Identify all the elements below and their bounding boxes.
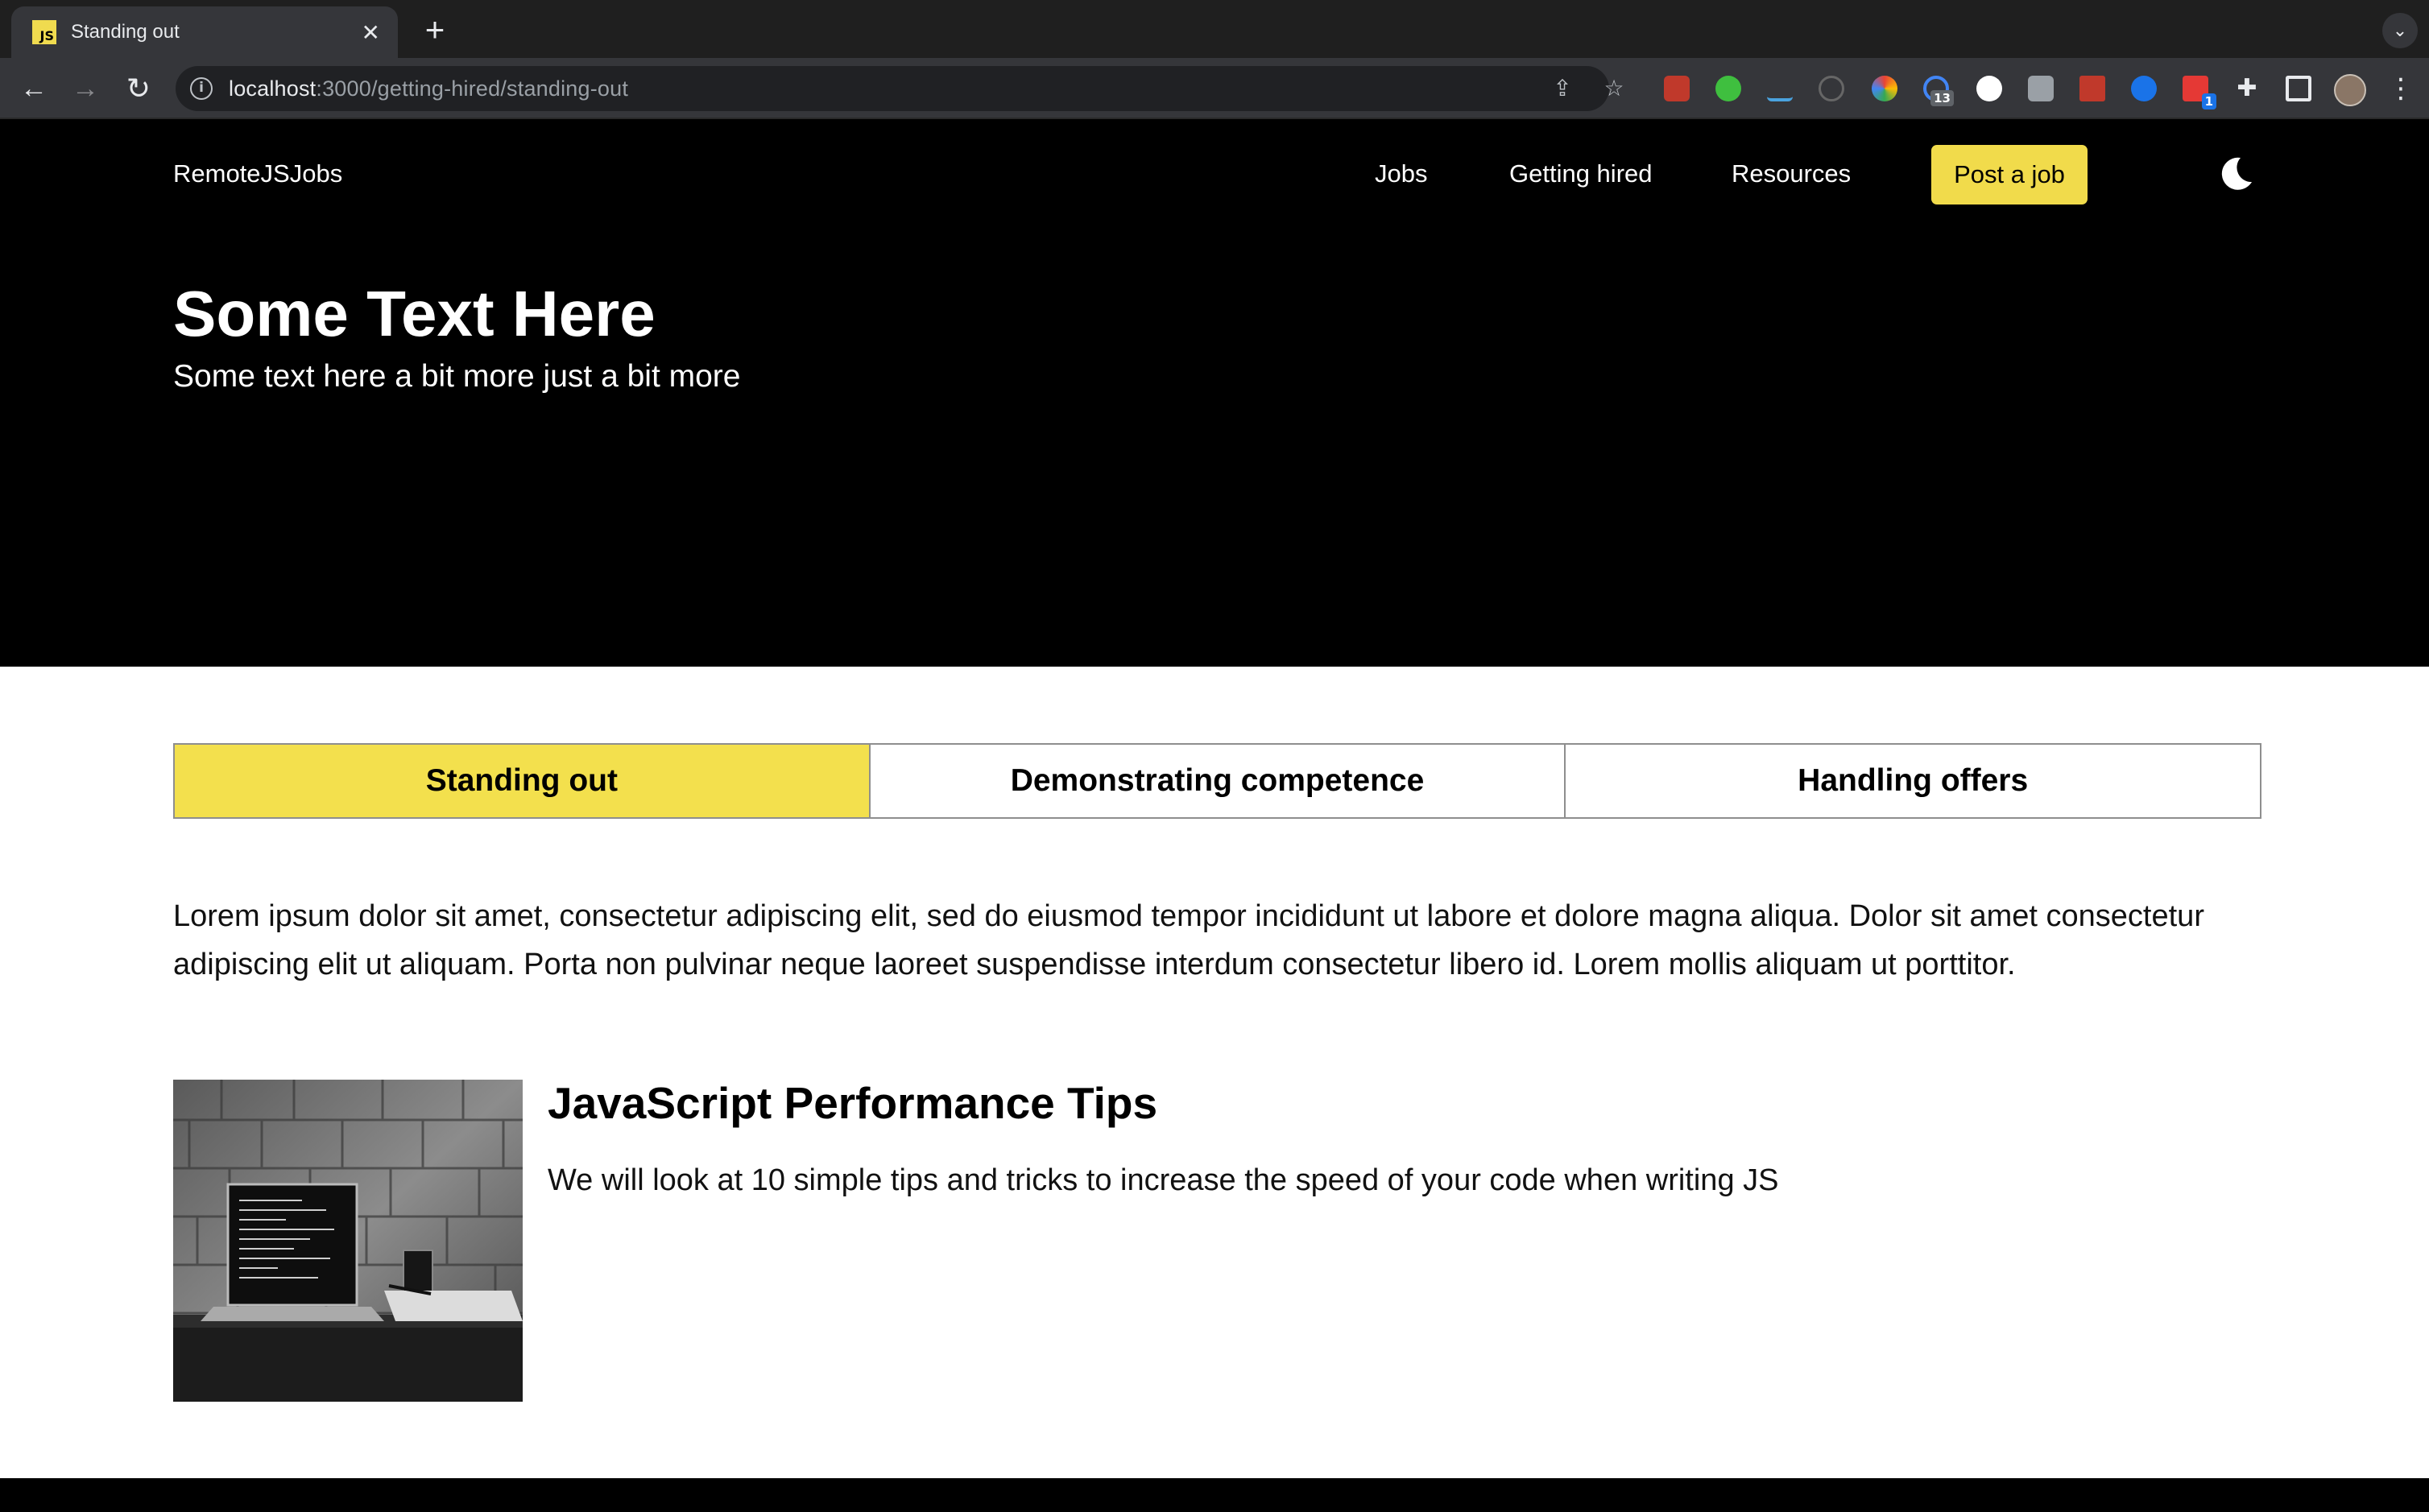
url-text[interactable]: localhost:3000/getting-hired/standing-ou…: [229, 76, 628, 101]
post-job-button[interactable]: Post a job: [1931, 145, 2088, 204]
extension-11-icon[interactable]: 1: [2183, 76, 2216, 109]
site-logo[interactable]: RemoteJSJobs: [173, 159, 342, 188]
bookmark-star-icon[interactable]: ☆: [1601, 76, 1627, 101]
js-favicon-icon: JS: [32, 20, 56, 44]
browser-tab[interactable]: JS Standing out ✕: [11, 6, 398, 58]
browser-toolbar: ← → ↻ i localhost:3000/getting-hired/sta…: [0, 58, 2429, 119]
extension-4-icon[interactable]: [1819, 76, 1844, 101]
tab-close-icon[interactable]: ✕: [362, 19, 380, 46]
browser-menu-icon[interactable]: ⋮: [2387, 72, 2415, 108]
tab-title: Standing out: [71, 21, 180, 43]
extension-1-icon[interactable]: [1664, 76, 1690, 101]
hero-title: Some Text Here: [173, 278, 656, 349]
nav-jobs[interactable]: Jobs: [1375, 159, 1427, 188]
extension-5-icon[interactable]: [1872, 76, 1897, 101]
tab-demonstrating-competence[interactable]: Demonstrating competence: [868, 745, 1565, 817]
extension-6-icon[interactable]: 13: [1923, 76, 1954, 106]
new-tab-button[interactable]: +: [416, 11, 454, 50]
extension-7-icon[interactable]: [1976, 76, 2002, 101]
extension-2-icon[interactable]: [1715, 76, 1741, 101]
extension-3-icon[interactable]: [1767, 76, 1793, 101]
camera-extension-icon[interactable]: [2028, 76, 2054, 101]
nav-getting-hired[interactable]: Getting hired: [1509, 159, 1653, 188]
article-description: We will look at 10 simple tips and trick…: [548, 1163, 1779, 1197]
back-icon[interactable]: ←: [16, 71, 52, 106]
puzzle-extensions-icon[interactable]: ✚: [2234, 76, 2260, 101]
reload-icon[interactable]: ↻: [121, 71, 156, 106]
extension-9-icon[interactable]: [2079, 76, 2105, 101]
intro-paragraph: Lorem ipsum dolor sit amet, consectetur …: [173, 899, 2204, 981]
article-image[interactable]: [173, 1080, 523, 1402]
extension-11-badge: 1: [2201, 93, 2216, 109]
site-header: RemoteJSJobs Jobs Getting hired Resource…: [0, 119, 2429, 667]
footer: [0, 1478, 2429, 1512]
article-title[interactable]: JavaScript Performance Tips: [548, 1077, 1157, 1129]
tab-handling-offers[interactable]: Handling offers: [1564, 745, 2261, 817]
extension-10-icon[interactable]: [2131, 76, 2157, 101]
forward-icon[interactable]: →: [68, 71, 103, 106]
side-panel-icon[interactable]: [2286, 76, 2311, 101]
moon-icon[interactable]: [2216, 155, 2255, 193]
extension-6-badge: 13: [1930, 90, 1954, 106]
nav-resources[interactable]: Resources: [1732, 159, 1851, 188]
section-tabs: Standing out Demonstrating competence Ha…: [173, 743, 2261, 819]
address-bar[interactable]: i localhost:3000/getting-hired/standing-…: [176, 66, 1624, 111]
profile-avatar[interactable]: [2334, 74, 2366, 106]
browser-tab-strip: JS Standing out ✕ + ⌄: [0, 0, 2429, 58]
hero-subtitle: Some text here a bit more just a bit mor…: [173, 359, 741, 394]
tab-search-chevron-icon[interactable]: ⌄: [2382, 13, 2418, 48]
share-icon[interactable]: ⇪: [1550, 76, 1575, 101]
tab-standing-out[interactable]: Standing out: [175, 745, 869, 817]
site-info-icon[interactable]: i: [190, 77, 213, 100]
